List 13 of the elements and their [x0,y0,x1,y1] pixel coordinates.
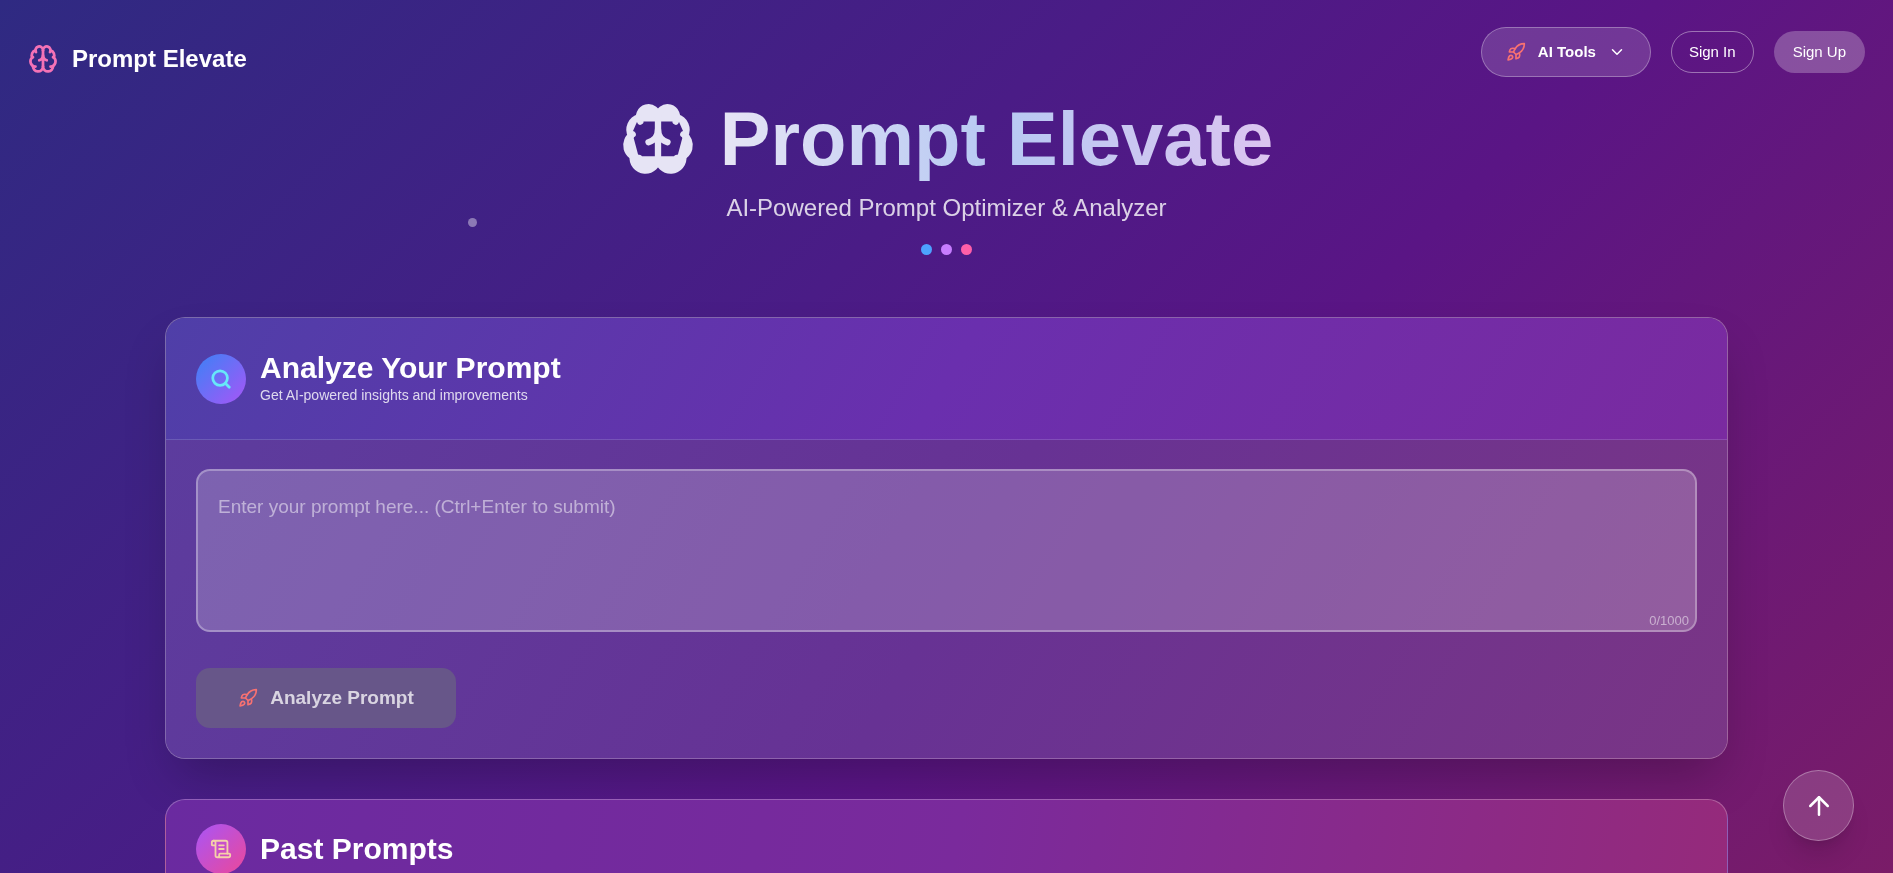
ai-tools-menu[interactable]: AI Tools [1480,27,1651,77]
brain-logo-icon [28,44,58,74]
character-counter: 0/1000 [1649,611,1689,630]
hero-subtitle: AI-Powered Prompt Optimizer & Analyzer [726,193,1167,224]
rocket-icon [238,688,259,709]
sign-up-button[interactable]: Sign Up [1773,31,1865,73]
card-title: Past Prompts [260,831,454,867]
brand-name: Prompt Elevate [72,44,247,74]
card-subtitle: Get AI-powered insights and improvements [260,386,529,406]
card-title: Analyze Your Prompt [260,350,561,386]
rocket-icon [1505,42,1526,62]
search-icon [210,367,232,390]
scroll-icon [210,838,232,861]
